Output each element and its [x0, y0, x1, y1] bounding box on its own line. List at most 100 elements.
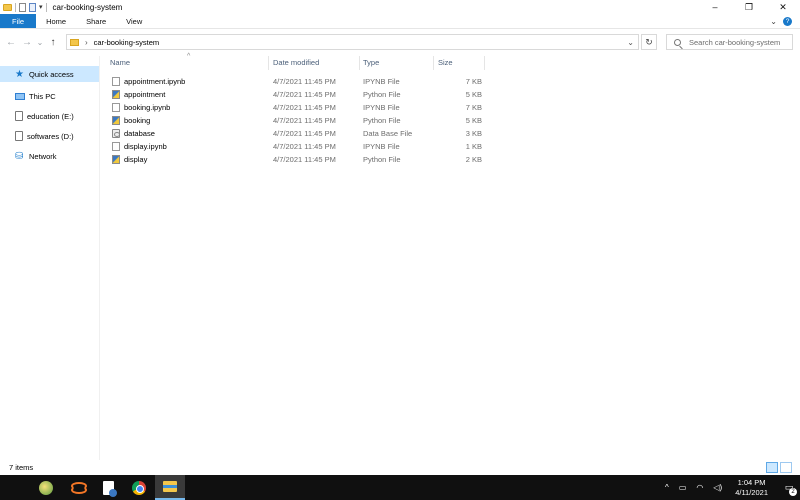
file-type: IPYNB File [363, 103, 400, 112]
search-input[interactable]: Search car-booking-system [666, 34, 793, 50]
file-row[interactable]: booking.ipynb 4/7/2021 11:45 PM IPYNB Fi… [108, 101, 488, 114]
tab-file[interactable]: File [0, 14, 37, 28]
file-size: 7 KB [465, 77, 482, 86]
sidebar-item-this-pc[interactable]: This PC [0, 86, 99, 106]
address-dropdown-button[interactable]: ⌄ [627, 38, 634, 47]
taskbar-file-explorer-button[interactable] [155, 475, 185, 500]
column-divider[interactable] [484, 56, 485, 70]
file-row[interactable]: database 4/7/2021 11:45 PM Data Base Fil… [108, 127, 488, 140]
up-button[interactable]: ↑ [45, 37, 61, 48]
file-row[interactable]: appointment.ipynb 4/7/2021 11:45 PM IPYN… [108, 75, 488, 88]
taskbar-jupyter-button[interactable] [62, 475, 92, 500]
file-name: booking.ipynb [124, 103, 171, 112]
tab-view[interactable]: View [116, 14, 152, 28]
details-view-icon[interactable] [766, 462, 778, 473]
computer-icon [15, 92, 25, 100]
file-icon [112, 142, 120, 151]
taskbar-app-button[interactable] [31, 475, 61, 500]
title-bar: ▾ car-booking-system – ❐ ✕ [0, 0, 800, 14]
forward-button[interactable]: → [19, 37, 35, 48]
refresh-button[interactable]: ↻ [641, 34, 657, 50]
column-header-size[interactable]: Size [438, 56, 453, 70]
drive-icon [15, 111, 23, 121]
jupyter-icon [70, 481, 87, 495]
action-center-button[interactable]: ▭ 2 [778, 482, 800, 496]
quick-access-toolbar: ▾ [0, 2, 47, 12]
column-divider[interactable] [359, 56, 360, 70]
close-button[interactable]: ✕ [766, 0, 800, 14]
file-row[interactable]: booking 4/7/2021 11:45 PM Python File 5 … [108, 114, 488, 127]
file-icon [112, 103, 120, 112]
file-date: 4/7/2021 11:45 PM [273, 77, 336, 86]
file-row[interactable]: appointment 4/7/2021 11:45 PM Python Fil… [108, 88, 488, 101]
file-date: 4/7/2021 11:45 PM [273, 90, 336, 99]
customize-toolbar-icon[interactable]: ▾ [39, 3, 43, 11]
chevron-right-icon[interactable]: › [85, 38, 88, 47]
file-row[interactable]: display 4/7/2021 11:45 PM Python File 2 … [108, 153, 488, 166]
column-divider[interactable] [433, 56, 434, 70]
file-type: Python File [363, 155, 401, 164]
python-file-icon [112, 90, 120, 99]
search-placeholder: Search car-booking-system [689, 37, 781, 47]
clock-date: 4/11/2021 [735, 487, 768, 497]
notification-badge: 2 [789, 488, 797, 496]
file-type: IPYNB File [363, 142, 400, 151]
column-header-name[interactable]: Name [110, 56, 130, 70]
file-size: 5 KB [465, 90, 482, 99]
file-icon [112, 77, 120, 86]
recent-locations-button[interactable]: ⌄ [35, 38, 45, 47]
app-icon [39, 480, 53, 495]
sidebar-item-quick-access[interactable]: ★ Quick access [0, 66, 99, 82]
sort-indicator-icon: ^ [187, 53, 191, 60]
breadcrumb[interactable]: car-booking-system [94, 38, 159, 47]
sidebar-item-education-drive[interactable]: education (E:) [0, 106, 99, 126]
clock-time: 1:04 PM [737, 477, 766, 487]
sidebar-item-softwares-drive[interactable]: softwares (D:) [0, 126, 99, 146]
maximize-button[interactable]: ❐ [732, 0, 766, 14]
column-header-type[interactable]: Type [363, 56, 379, 70]
sidebar-item-label: softwares (D:) [27, 131, 74, 141]
document-icon [102, 480, 117, 497]
help-icon[interactable]: ? [783, 16, 792, 26]
toolbar-separator [15, 2, 16, 12]
volume-icon[interactable]: ◁) [713, 483, 722, 492]
battery-icon[interactable]: ▭ [679, 483, 687, 492]
view-toggle [766, 462, 792, 473]
tab-share[interactable]: Share [76, 14, 116, 28]
drive-icon [15, 131, 23, 141]
ribbon-tabs: File Home Share View ⌄ ? [0, 14, 800, 29]
sidebar-item-network[interactable]: ⛁ Network [0, 146, 99, 166]
folder-icon [70, 38, 79, 46]
file-type: IPYNB File [363, 77, 400, 86]
clock[interactable]: 1:04 PM 4/11/2021 [735, 478, 768, 498]
file-name: appointment [124, 90, 166, 99]
large-icons-view-icon[interactable] [780, 462, 792, 473]
properties-icon[interactable] [19, 2, 26, 12]
new-folder-icon[interactable] [29, 2, 36, 12]
file-date: 4/7/2021 11:45 PM [273, 103, 336, 112]
sidebar-item-label: Quick access [29, 69, 74, 79]
sidebar-item-label: This PC [29, 91, 56, 101]
file-list: ^ Name Date modified Type Size appointme… [108, 53, 800, 460]
file-size: 5 KB [465, 116, 482, 125]
show-hidden-icons-icon[interactable]: ^ [665, 483, 669, 492]
tab-home[interactable]: Home [36, 14, 76, 28]
toolbar-separator [45, 2, 47, 12]
taskbar-document-button[interactable] [93, 475, 123, 500]
network-icon[interactable]: ◠ [696, 483, 703, 492]
file-row[interactable]: display.ipynb 4/7/2021 11:45 PM IPYNB Fi… [108, 140, 488, 153]
window-title: car-booking-system [52, 2, 123, 12]
status-bar: 7 items [0, 461, 800, 475]
taskbar: ^ ▭ ◠ ◁) 1:04 PM 4/11/2021 ▭ 2 [0, 475, 800, 500]
minimize-button[interactable]: – [698, 0, 732, 14]
file-size: 1 KB [465, 142, 482, 151]
file-date: 4/7/2021 11:45 PM [273, 129, 336, 138]
column-header-date-modified[interactable]: Date modified [273, 56, 319, 70]
back-button[interactable]: ← [3, 37, 19, 48]
file-type: Python File [363, 116, 401, 125]
taskbar-chrome-button[interactable] [124, 475, 154, 500]
column-divider[interactable] [268, 56, 269, 70]
address-bar[interactable]: › car-booking-system ⌄ [66, 34, 639, 50]
chevron-down-icon[interactable]: ⌄ [770, 17, 777, 26]
folder-icon [3, 3, 12, 11]
